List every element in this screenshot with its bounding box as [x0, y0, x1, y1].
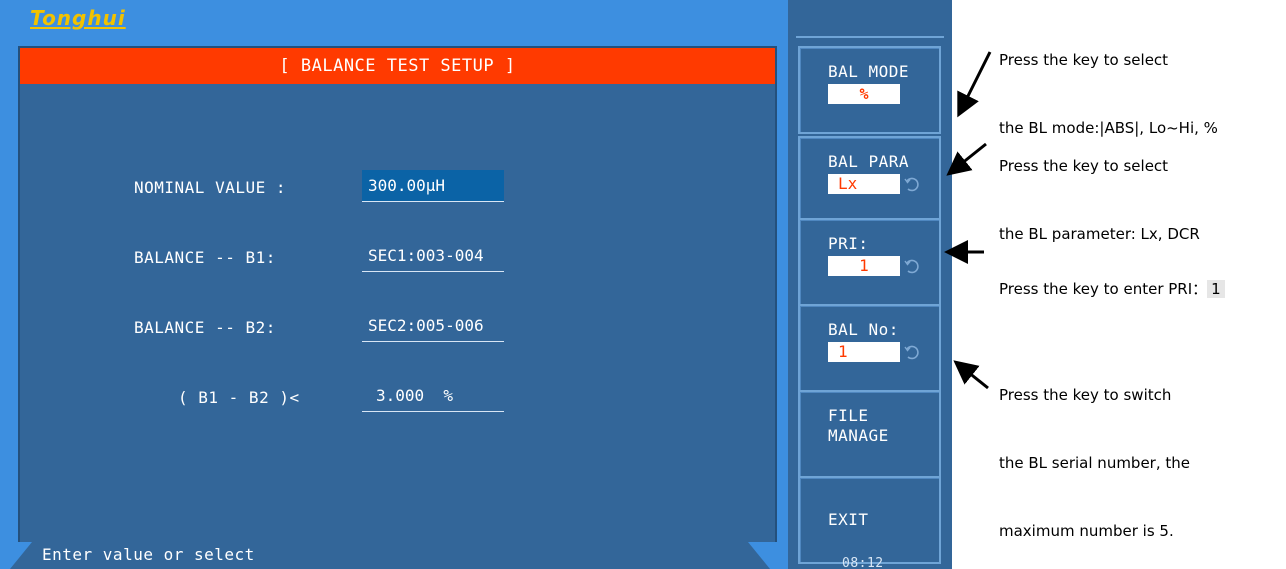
balance-b2-label: BALANCE -- B2: [134, 318, 276, 337]
annotation-pri-value: 1 [1207, 280, 1225, 298]
pri-value: 1 [828, 256, 900, 276]
status-message: Enter value or select [42, 545, 255, 564]
annotation-line: Press the key to select [999, 157, 1169, 175]
balance-b1-field[interactable]: SEC1:003-004 [362, 240, 504, 272]
arrow-bal-mode [957, 51, 992, 118]
bal-para-softkey[interactable]: BAL PARA Lx [798, 136, 941, 224]
annotation-line: maximum number is 5. [999, 522, 1174, 540]
exit-softkey[interactable]: EXIT [798, 476, 941, 564]
bal-mode-softkey[interactable]: BAL MODE % [798, 46, 941, 134]
balance-b1-label: BALANCE -- B1: [134, 248, 276, 267]
annotation-line: Press the key to switch [999, 386, 1172, 404]
nominal-value-label: NOMINAL VALUE : [134, 178, 286, 197]
bal-para-label: BAL PARA [828, 152, 910, 171]
cycle-icon [904, 177, 919, 192]
file-manage-label-line2: MANAGE [828, 426, 889, 445]
arrow-bal-para [946, 142, 987, 176]
bal-mode-label: BAL MODE [828, 62, 910, 81]
tonghui-logo: Tonghui [30, 6, 126, 30]
b1-minus-b2-limit-field[interactable]: 3.000 % [362, 380, 504, 412]
clock: 08:12 [842, 556, 884, 569]
cycle-icon [904, 259, 919, 274]
bal-mode-value: % [828, 84, 900, 104]
balance-b2-field[interactable]: SEC2:005-006 [362, 310, 504, 342]
bal-no-softkey[interactable]: BAL No: 1 [798, 304, 941, 392]
pri-softkey[interactable]: PRI: 1 [798, 218, 941, 306]
b1-minus-b2-label: ( B1 - B2 )< [178, 388, 300, 407]
page-title: [ BALANCE TEST SETUP ] [20, 48, 775, 84]
pri-label: PRI: [828, 234, 869, 253]
softkey-column: BAL MODE % BAL PARA Lx PRI: 1 BAL No: 1 [788, 0, 952, 569]
softkey-divider [796, 36, 944, 38]
annotation-pri: Press the key to enter PRI： 1 [999, 237, 1225, 323]
file-manage-softkey[interactable]: FILE MANAGE [798, 390, 941, 478]
file-manage-label-line1: FILE [828, 406, 869, 425]
instrument-screen: Tonghui [ BALANCE TEST SETUP ] NOMINAL V… [0, 0, 952, 569]
arrow-bal-no [953, 360, 989, 390]
annotation-text: Press the key to enter PRI： [999, 280, 1208, 298]
bal-para-value: Lx [828, 174, 900, 194]
exit-label: EXIT [828, 510, 869, 529]
bal-no-value: 1 [828, 342, 900, 362]
balance-setup-panel: [ BALANCE TEST SETUP ] NOMINAL VALUE : 3… [18, 46, 777, 548]
nominal-value-field[interactable]: 300.00µH [362, 170, 504, 202]
bal-no-label: BAL No: [828, 320, 899, 339]
annotation-line: Press the key to select [999, 51, 1169, 69]
cycle-icon [904, 345, 919, 360]
annotation-bal-no: Press the key to switch the BL serial nu… [999, 343, 1190, 565]
annotation-line: the BL serial number, the [999, 454, 1191, 472]
